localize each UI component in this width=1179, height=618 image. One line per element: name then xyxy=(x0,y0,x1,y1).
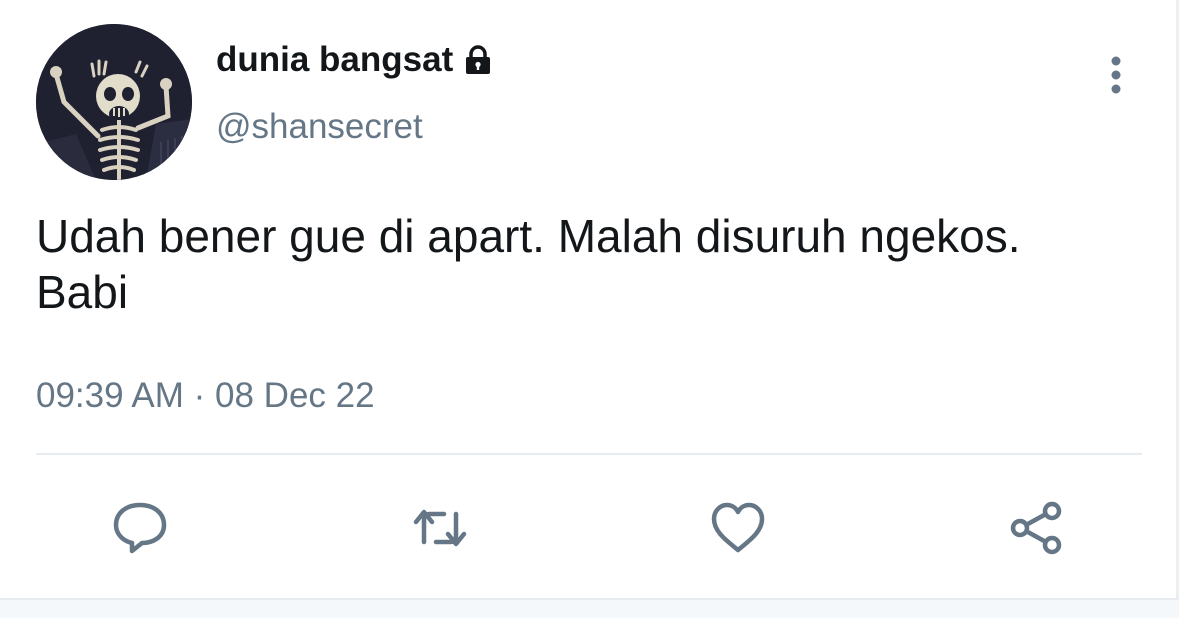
avatar[interactable] xyxy=(36,24,192,180)
share-button[interactable] xyxy=(1006,498,1066,558)
share-icon xyxy=(1010,501,1062,555)
more-options-button[interactable] xyxy=(1096,52,1136,98)
retweet-button[interactable] xyxy=(410,498,470,558)
lock-icon xyxy=(461,43,495,77)
timestamp-separator: · xyxy=(193,376,206,415)
tweet-text: Udah bener gue di apart. Malah disuruh n… xyxy=(36,210,1021,318)
tweet-timestamp[interactable]: 09:39 AM · 08 Dec 22 xyxy=(36,376,375,416)
background-strip xyxy=(0,600,1179,618)
vertical-ellipsis-icon xyxy=(1111,56,1121,94)
display-name[interactable]: dunia bangsat xyxy=(216,40,495,80)
display-name-text: dunia bangsat xyxy=(216,40,454,79)
tweet-time: 09:39 AM xyxy=(36,376,184,415)
tweet-card: dunia bangsat @shansecret Udah bener gue… xyxy=(0,0,1179,600)
heart-icon xyxy=(711,502,765,553)
reply-icon xyxy=(113,502,167,554)
skeleton-avatar-icon xyxy=(36,24,192,180)
retweet-icon xyxy=(413,509,467,547)
reply-button[interactable] xyxy=(110,498,170,558)
user-handle[interactable]: @shansecret xyxy=(216,107,423,147)
like-button[interactable] xyxy=(708,498,768,558)
divider xyxy=(36,453,1142,455)
tweet-date: 08 Dec 22 xyxy=(215,376,375,415)
